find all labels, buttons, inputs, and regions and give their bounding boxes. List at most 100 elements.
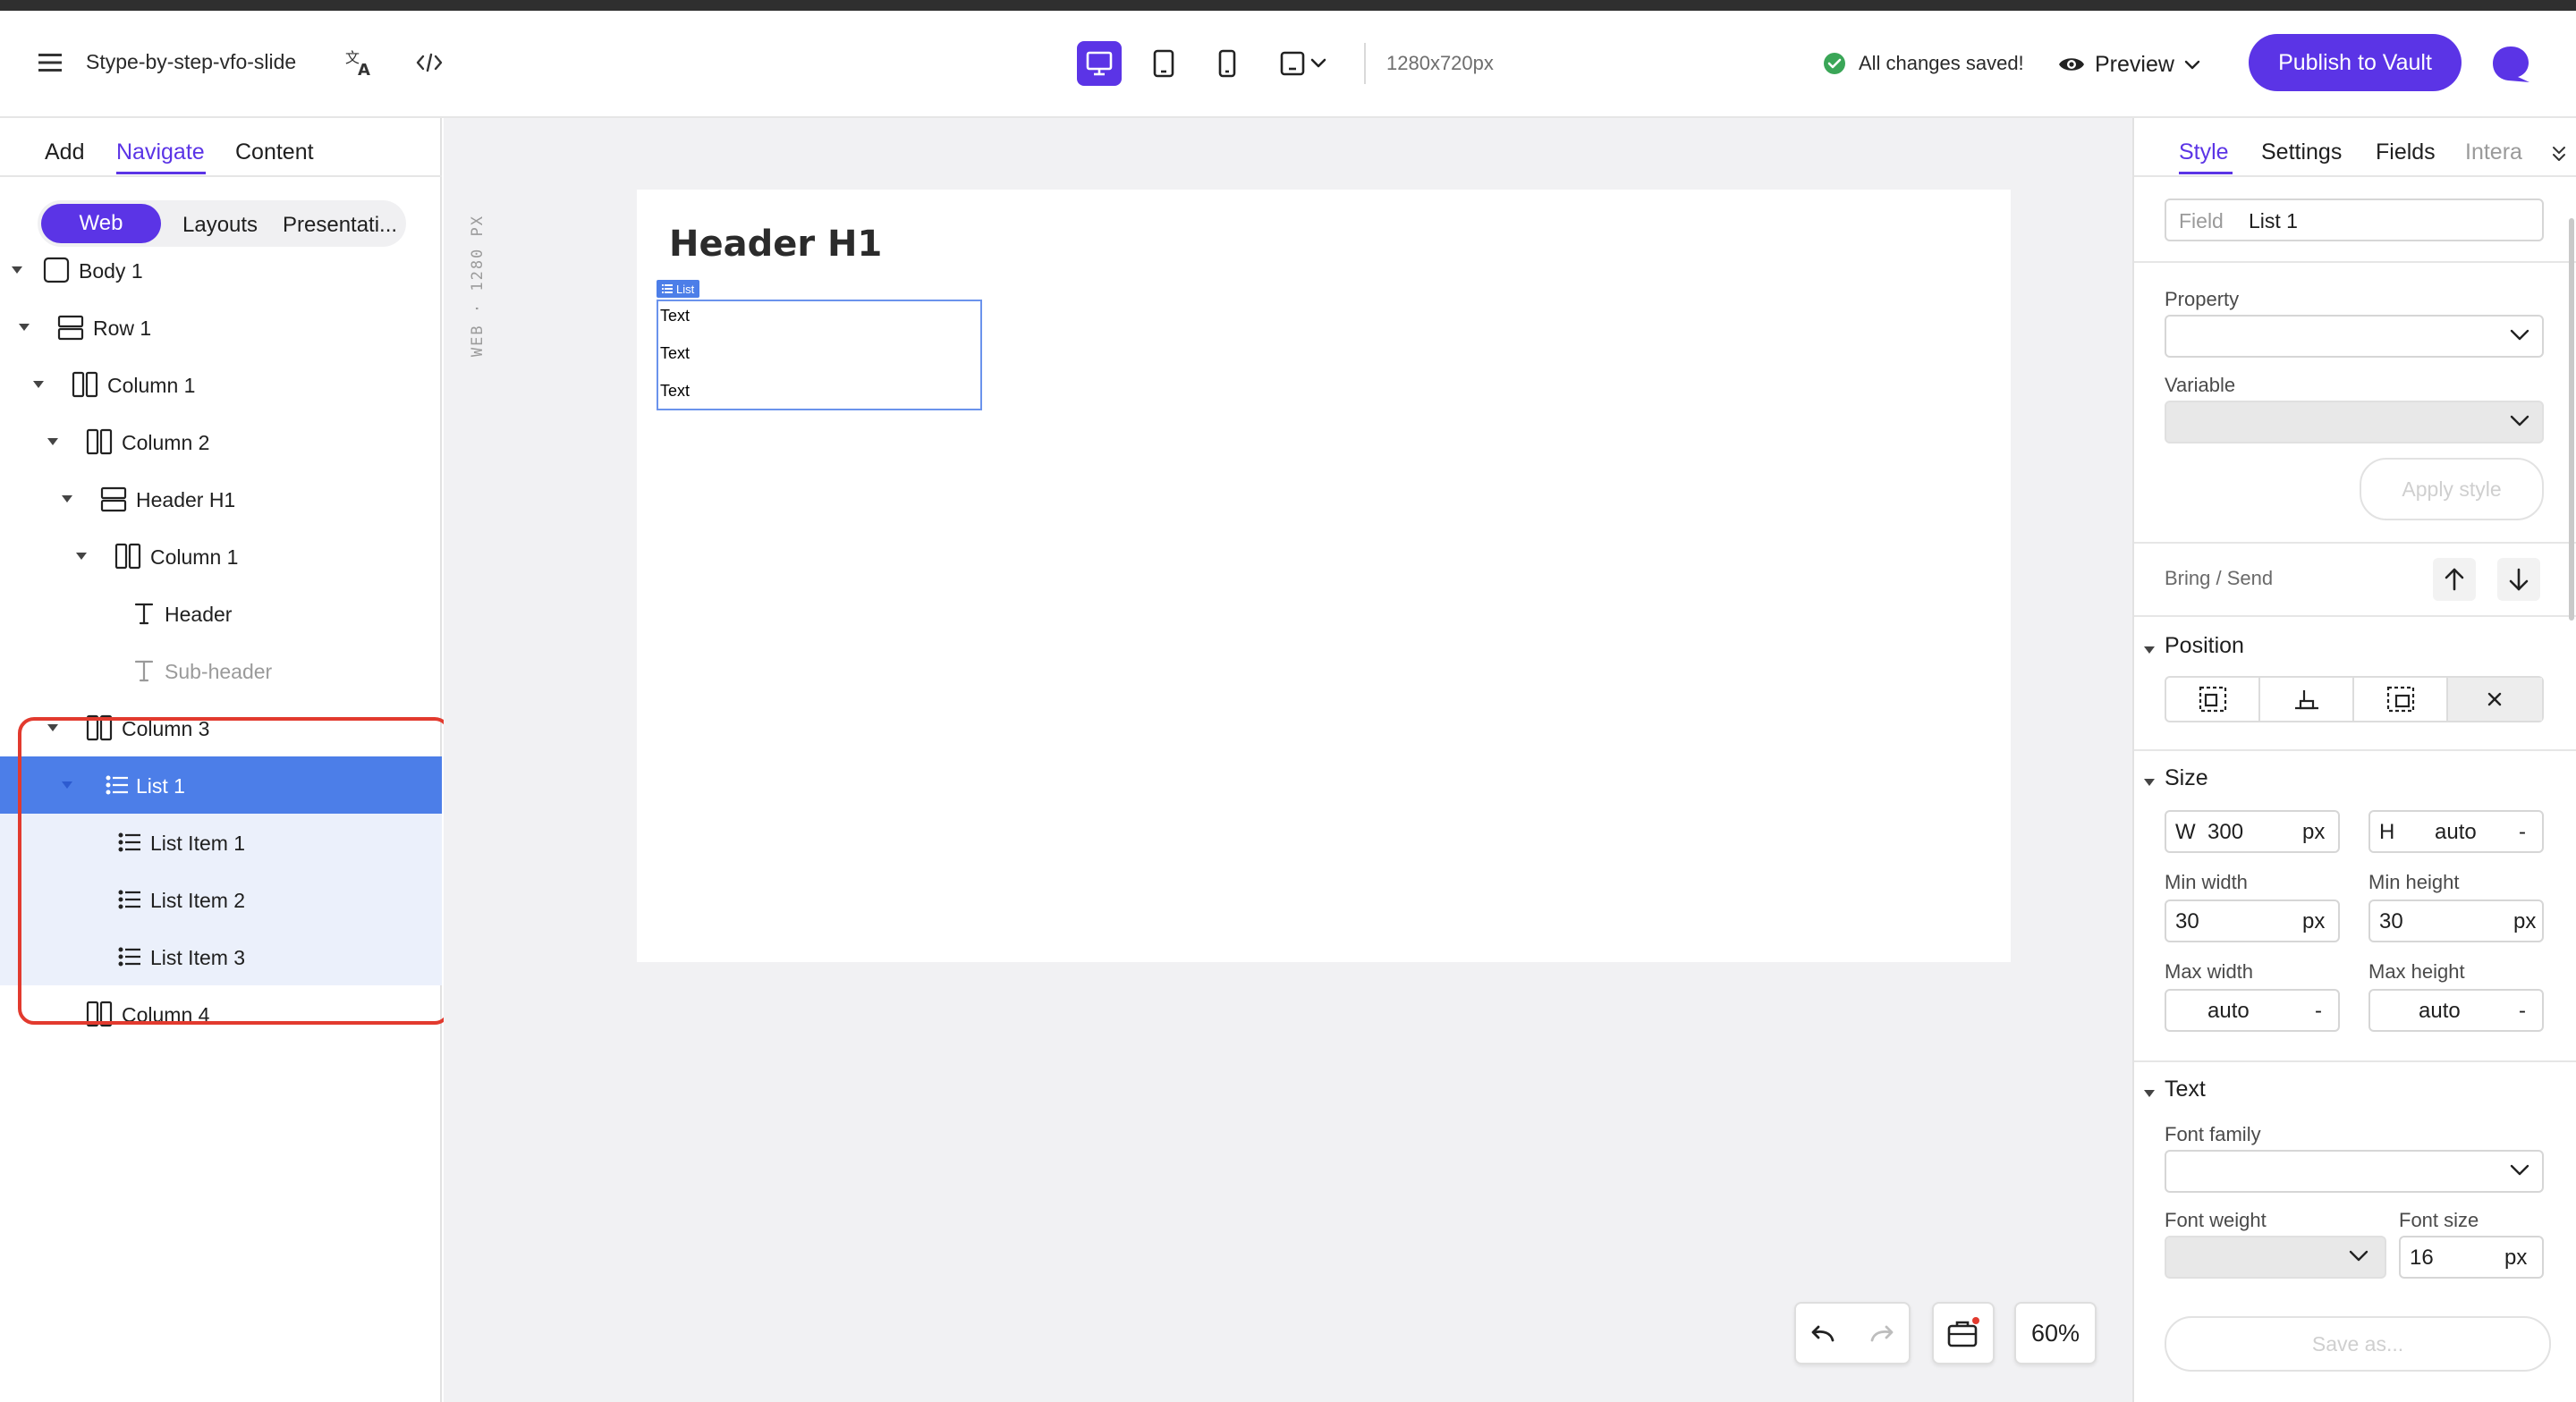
desktop-view-button[interactable] (1077, 41, 1122, 86)
segment-layouts[interactable]: Layouts (182, 213, 258, 238)
list-item-text[interactable]: Text (660, 307, 690, 325)
tree-row-column-2[interactable]: Column 2 (0, 413, 442, 470)
undo-icon[interactable] (1805, 1316, 1841, 1352)
device-dropdown-icon[interactable] (1274, 41, 1340, 86)
tree-row-row-1[interactable]: Row 1 (0, 299, 442, 356)
caret-down-icon[interactable] (2143, 646, 2156, 655)
min-width-input[interactable]: 30 px (2165, 899, 2340, 942)
size-section-title[interactable]: Size (2165, 765, 2208, 791)
field-selector[interactable]: Field List 1 (2165, 198, 2544, 241)
list-item-text[interactable]: Text (660, 382, 690, 401)
list-item-text[interactable]: Text (660, 344, 690, 363)
max-width-input[interactable]: auto - (2165, 989, 2340, 1032)
max-height-input[interactable]: auto - (2368, 989, 2544, 1032)
caret-down-icon[interactable] (32, 380, 45, 389)
position-none-button[interactable] (2448, 678, 2542, 721)
artboard-header[interactable]: Header H1 (669, 224, 882, 265)
hamburger-menu-icon[interactable] (32, 45, 68, 80)
font-size-unit[interactable]: px (2504, 1246, 2527, 1271)
min-height-unit[interactable]: px (2513, 909, 2536, 934)
text-section-title[interactable]: Text (2165, 1077, 2206, 1102)
publish-button[interactable]: Publish to Vault (2249, 34, 2462, 91)
mobile-view-icon[interactable] (1208, 41, 1247, 86)
segment-web[interactable]: Web (41, 204, 161, 243)
selected-list-element[interactable]: Text Text Text (657, 300, 982, 410)
tree-row-list-item-1[interactable]: List Item 1 (0, 814, 442, 871)
position-static-button[interactable] (2166, 678, 2260, 721)
variable-select[interactable] (2165, 401, 2544, 443)
variable-label: Variable (2165, 374, 2236, 396)
tab-style[interactable]: Style (2179, 139, 2229, 165)
min-width-label: Min width (2165, 871, 2248, 893)
min-height-value[interactable]: 30 (2379, 909, 2403, 934)
width-input[interactable]: W 300 px (2165, 810, 2340, 853)
position-relative-button[interactable] (2260, 678, 2354, 721)
min-height-input[interactable]: 30 px (2368, 899, 2544, 942)
code-icon[interactable] (411, 45, 447, 80)
caret-down-icon[interactable] (2143, 778, 2156, 787)
tree-row-header-h1[interactable]: Header H1 (0, 470, 442, 528)
caret-down-icon[interactable] (61, 494, 73, 503)
height-value[interactable]: auto (2435, 820, 2477, 845)
tree-row-column-3[interactable]: Column 3 (0, 699, 442, 756)
tab-navigate[interactable]: Navigate (116, 139, 205, 165)
briefcase-button[interactable] (1932, 1302, 1995, 1364)
tree-row-column-1[interactable]: Column 1 (0, 356, 442, 413)
min-width-unit[interactable]: px (2302, 909, 2325, 934)
max-width-value[interactable]: auto (2207, 999, 2250, 1024)
tree-row-header[interactable]: Header (0, 585, 442, 642)
tablet-view-icon[interactable] (1143, 41, 1184, 86)
save-as-button[interactable]: Save as... (2165, 1316, 2551, 1372)
caret-down-icon[interactable] (2143, 1089, 2156, 1098)
tree-row-list-1[interactable]: List 1 (0, 756, 442, 814)
preview-button[interactable]: Preview (2057, 43, 2204, 86)
project-name[interactable]: Stype-by-step-vfo-slide (86, 50, 296, 74)
canvas-ruler-label: WEB · 1280 PX (469, 215, 487, 358)
width-unit[interactable]: px (2302, 820, 2325, 845)
section-divider (2134, 749, 2576, 751)
height-unit[interactable]: - (2519, 820, 2526, 845)
right-panel-scrollbar[interactable] (2569, 218, 2574, 621)
caret-down-icon[interactable] (47, 437, 59, 446)
avatar[interactable] (2487, 39, 2535, 88)
font-weight-select[interactable] (2165, 1236, 2386, 1279)
tabs-overflow-icon[interactable] (2547, 141, 2571, 166)
tree-row-body-1[interactable]: Body 1 (0, 241, 442, 299)
apply-style-button[interactable]: Apply style (2360, 458, 2544, 520)
tab-fields[interactable]: Fields (2376, 139, 2436, 165)
max-width-unit[interactable]: - (2315, 999, 2322, 1024)
briefcase-icon (1947, 1317, 1979, 1347)
bring-forward-button[interactable] (2433, 558, 2476, 601)
height-input[interactable]: H auto - (2368, 810, 2544, 853)
send-backward-button[interactable] (2497, 558, 2540, 601)
caret-down-icon[interactable] (75, 552, 88, 561)
caret-down-icon[interactable] (61, 781, 73, 790)
tab-add[interactable]: Add (45, 139, 84, 165)
redo-icon[interactable] (1864, 1316, 1900, 1352)
translate-icon[interactable]: 文A (342, 45, 379, 80)
property-select[interactable] (2165, 315, 2544, 358)
segment-presentations[interactable]: Presentati... (283, 213, 397, 238)
min-width-value[interactable]: 30 (2175, 909, 2199, 934)
tree-row-sub-header[interactable]: Sub-header (0, 642, 442, 699)
tab-interactions[interactable]: Intera (2465, 139, 2522, 165)
tree-row-list-item-2[interactable]: List Item 2 (0, 871, 442, 928)
position-absolute-button[interactable] (2354, 678, 2448, 721)
caret-down-icon[interactable] (47, 723, 59, 732)
tree-row-list-item-3[interactable]: List Item 3 (0, 928, 442, 985)
caret-down-icon[interactable] (18, 323, 30, 332)
font-size-value[interactable]: 16 (2410, 1246, 2434, 1271)
tree-row-column-4[interactable]: Column 4 (0, 985, 442, 1043)
font-family-select[interactable] (2165, 1150, 2544, 1193)
max-height-value[interactable]: auto (2419, 999, 2461, 1024)
chevron-down-icon (2510, 415, 2529, 427)
width-value[interactable]: 300 (2207, 820, 2243, 845)
tree-row-column-1[interactable]: Column 1 (0, 528, 442, 585)
tab-content[interactable]: Content (235, 139, 314, 165)
max-height-unit[interactable]: - (2519, 999, 2526, 1024)
tab-settings[interactable]: Settings (2261, 139, 2342, 165)
caret-down-icon[interactable] (11, 266, 23, 274)
zoom-level-button[interactable]: 60% (2014, 1302, 2097, 1364)
font-size-input[interactable]: 16 px (2399, 1236, 2544, 1279)
position-section-title[interactable]: Position (2165, 633, 2244, 659)
